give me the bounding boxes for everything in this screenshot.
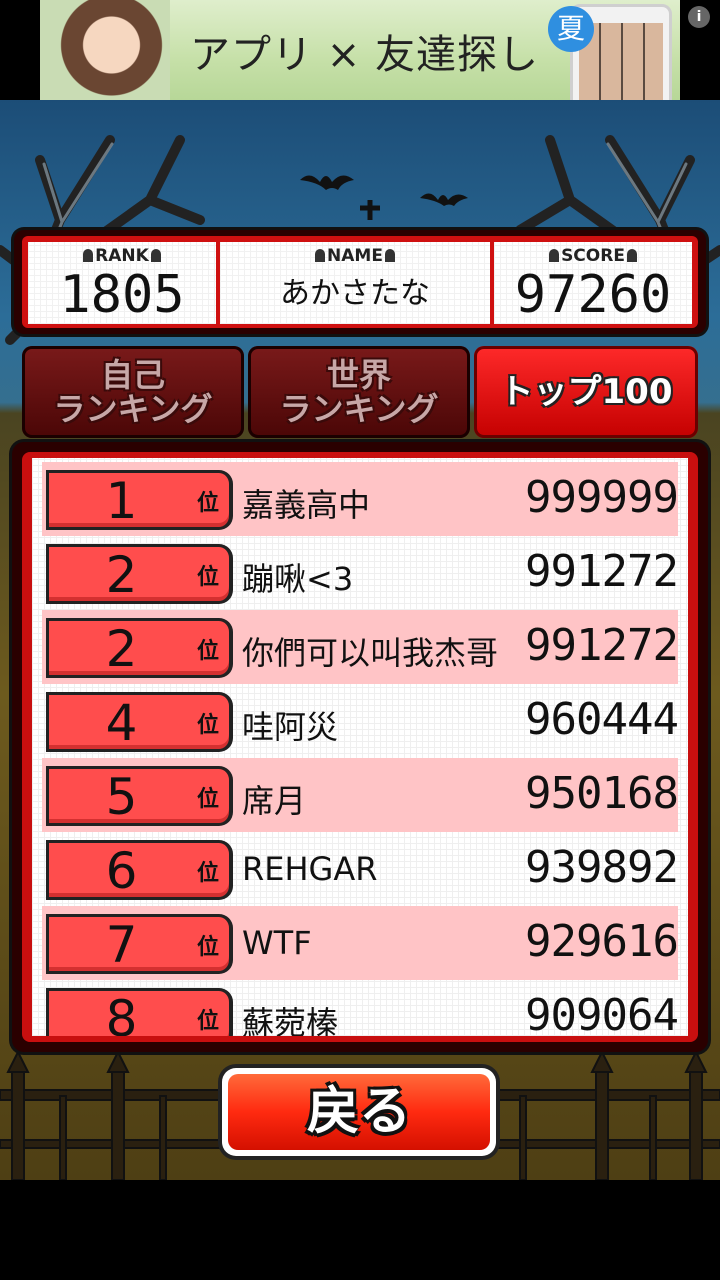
rank-number: 1 bbox=[105, 472, 138, 530]
ranking-row: 5位 席月 950168 bbox=[42, 758, 679, 832]
tombstone-icon bbox=[626, 249, 637, 262]
player-name: WTF bbox=[242, 924, 312, 962]
tab-self-ranking-label: 自己 ランキング bbox=[53, 356, 213, 428]
rank-badge: 2位 bbox=[46, 544, 233, 604]
ranking-row: 4位 哇阿災 960444 bbox=[42, 684, 679, 758]
score-cell: SCORE 97260 bbox=[494, 242, 692, 324]
ad-text: アプリ × 友達探し bbox=[190, 32, 539, 78]
player-name: 席月 bbox=[242, 782, 307, 820]
tombstone-icon bbox=[315, 249, 326, 262]
player-score: 929616 bbox=[525, 916, 679, 967]
player-name: 你們可以叫我杰哥 bbox=[242, 634, 499, 672]
back-button-label: 戻る bbox=[306, 1082, 411, 1142]
tombstone-icon bbox=[150, 249, 161, 262]
bat-icon bbox=[300, 175, 354, 190]
tombstone-icon bbox=[549, 249, 560, 262]
tombstone-icon bbox=[384, 249, 395, 262]
bat-icon bbox=[420, 193, 468, 206]
ranking-list[interactable]: 1位 嘉義高中 999999 2位 蹦啾<3 991272 2位 你們可以叫我杰… bbox=[32, 458, 688, 1036]
rank-suffix: 位 bbox=[196, 787, 219, 812]
score-label: SCORE bbox=[561, 246, 625, 266]
player-score: 909064 bbox=[525, 990, 679, 1036]
rank-number: 4 bbox=[105, 694, 138, 752]
rank-suffix: 位 bbox=[196, 861, 219, 886]
rank-label: RANK bbox=[95, 246, 149, 266]
rank-number: 6 bbox=[105, 842, 138, 900]
rank-number: 5 bbox=[105, 768, 138, 826]
rank-suffix: 位 bbox=[196, 639, 219, 664]
rank-number: 2 bbox=[105, 620, 138, 678]
name-label: NAME bbox=[327, 246, 383, 266]
player-score: 991272 bbox=[525, 546, 679, 597]
ad-banner[interactable]: アプリ × 友達探し 夏 i bbox=[0, 0, 720, 100]
ranking-row: 8位 蘇菀榛 909064 bbox=[42, 980, 679, 1036]
rank-suffix: 位 bbox=[196, 1009, 219, 1034]
rank-number: 8 bbox=[105, 990, 138, 1036]
rank-badge: 5位 bbox=[46, 766, 233, 826]
rank-suffix: 位 bbox=[196, 491, 219, 516]
bottom-bar bbox=[0, 1180, 720, 1280]
rank-cell: RANK 1805 bbox=[28, 242, 216, 324]
ranking-row: 7位 WTF 929616 bbox=[42, 906, 679, 980]
rank-badge: 1位 bbox=[46, 470, 233, 530]
ranking-list-panel[interactable]: 1位 嘉義高中 999999 2位 蹦啾<3 991272 2位 你們可以叫我杰… bbox=[12, 442, 708, 1052]
rank-suffix: 位 bbox=[196, 565, 219, 590]
tombstone-icon bbox=[83, 249, 94, 262]
rank-number: 2 bbox=[105, 546, 138, 604]
rank-value: 1805 bbox=[59, 265, 185, 325]
tab-self-ranking[interactable]: 自己 ランキング bbox=[22, 346, 244, 438]
tab-world-ranking[interactable]: 世界 ランキング bbox=[248, 346, 470, 438]
ranking-row: 2位 你們可以叫我杰哥 991272 bbox=[42, 610, 679, 684]
tab-top100[interactable]: トップ100 bbox=[474, 346, 698, 438]
ranking-row: 6位 REHGAR 939892 bbox=[42, 832, 679, 906]
rank-badge: 2位 bbox=[46, 618, 233, 678]
back-button[interactable]: 戻る bbox=[222, 1068, 496, 1156]
rank-badge: 4位 bbox=[46, 692, 233, 752]
rank-badge: 7位 bbox=[46, 914, 233, 974]
ad-info-icon[interactable]: i bbox=[688, 6, 710, 28]
name-value: あかさたな bbox=[280, 276, 430, 311]
rank-number: 7 bbox=[105, 916, 138, 974]
ad-content[interactable]: アプリ × 友達探し 夏 bbox=[40, 0, 680, 100]
rank-badge: 8位 bbox=[46, 988, 233, 1036]
ad-photo bbox=[40, 0, 170, 100]
ranking-row: 1位 嘉義高中 999999 bbox=[42, 462, 679, 536]
rank-badge: 6位 bbox=[46, 840, 233, 900]
player-score: 939892 bbox=[525, 842, 679, 893]
player-score: 960444 bbox=[525, 694, 679, 745]
player-score: 991272 bbox=[525, 620, 679, 671]
player-name: REHGAR bbox=[242, 850, 378, 888]
ranking-row: 2位 蹦啾<3 991272 bbox=[42, 536, 679, 610]
player-score: 999999 bbox=[525, 472, 679, 523]
player-status-panel: RANK 1805 NAME あかさたな SCORE 97260 bbox=[14, 230, 706, 334]
tab-world-ranking-label: 世界 ランキング bbox=[279, 356, 439, 428]
tab-top100-label: トップ100 bbox=[499, 372, 673, 412]
player-score: 950168 bbox=[525, 768, 679, 819]
score-value: 97260 bbox=[514, 265, 672, 325]
player-name: 蘇菀榛 bbox=[242, 1004, 339, 1036]
rank-suffix: 位 bbox=[196, 713, 219, 738]
ad-bubble: 夏 bbox=[548, 6, 594, 52]
player-name: 哇阿災 bbox=[242, 708, 339, 746]
player-name: 嘉義高中 bbox=[242, 486, 371, 524]
player-name: 蹦啾<3 bbox=[242, 560, 354, 598]
rank-suffix: 位 bbox=[196, 935, 219, 960]
name-cell: NAME あかさたな bbox=[220, 242, 490, 324]
